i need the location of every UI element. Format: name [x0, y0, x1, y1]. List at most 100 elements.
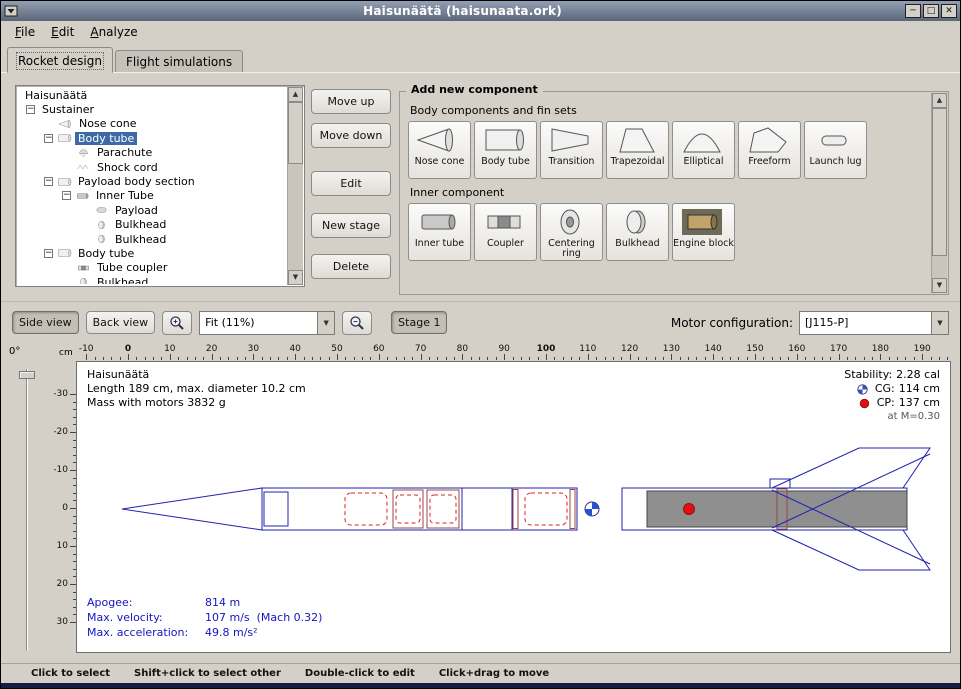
ruler-tick [889, 357, 890, 360]
innertube-icon [416, 207, 460, 237]
ruler-tick [613, 357, 614, 360]
ruler-tick [839, 354, 840, 360]
minimize-button[interactable]: ─ [905, 4, 921, 18]
tree-item-bulkhead[interactable]: Bulkhead [18, 218, 286, 232]
ruler-tick [947, 357, 948, 360]
ruler-tick [638, 357, 639, 360]
tree-item-bulkhead[interactable]: Bulkhead [18, 232, 286, 246]
ruler-tick [931, 357, 932, 360]
ruler-tick [922, 354, 923, 360]
palette-scrollbar[interactable]: ▲ ▼ [931, 93, 947, 293]
tree-item-shock-cord[interactable]: Shock cord [18, 160, 286, 174]
add-nose-cone-button[interactable]: Nose cone [408, 121, 471, 179]
ruler-tick [571, 357, 572, 360]
transition-icon [548, 125, 592, 155]
add-trapezoidal-button[interactable]: Trapezoidal [606, 121, 669, 179]
tree-item-haisun-t-[interactable]: Haisunäätä [18, 88, 286, 102]
tree-expander-icon[interactable]: − [44, 134, 53, 143]
tree-scrollbar[interactable]: ▲ ▼ [287, 87, 303, 285]
close-button[interactable]: ✕ [941, 4, 957, 18]
component-label: Coupler [487, 239, 524, 249]
ruler-tick [763, 357, 764, 360]
tree-item-bulkhead[interactable]: Bulkhead [18, 275, 286, 284]
rotation-slider[interactable] [18, 369, 36, 651]
bodytube-icon [57, 133, 72, 143]
component-label: Body tube [481, 157, 530, 167]
ruler-tick [688, 357, 689, 360]
ruler-label: 170 [830, 344, 847, 354]
tree-expander-icon[interactable]: − [44, 177, 53, 186]
edit-button[interactable]: Edit [311, 171, 391, 196]
tree-item-body-tube[interactable]: −Body tube [18, 131, 286, 145]
tree-item-label: Parachute [94, 146, 155, 159]
tree-item-body-tube[interactable]: −Body tube [18, 246, 286, 260]
tree-expander-icon[interactable]: − [26, 105, 35, 114]
tree-expander-icon[interactable]: − [44, 249, 53, 258]
scroll-thumb[interactable] [932, 108, 947, 256]
add-transition-button[interactable]: Transition [540, 121, 603, 179]
tree-item-inner-tube[interactable]: −Inner Tube [18, 189, 286, 203]
back-view-button[interactable]: Back view [86, 311, 156, 334]
add-coupler-button[interactable]: Coupler [474, 203, 537, 261]
motor-config-select[interactable]: [J115-P] ▼ [799, 311, 949, 335]
ruler-tick [320, 357, 321, 360]
move-down-button[interactable]: Move down [311, 123, 391, 148]
bulkhead-icon [76, 277, 91, 284]
add-body-tube-button[interactable]: Body tube [474, 121, 537, 179]
tree-item-parachute[interactable]: Parachute [18, 146, 286, 160]
tree-item-nose-cone[interactable]: Nose cone [18, 117, 286, 131]
tree-expander-icon[interactable]: − [62, 191, 71, 200]
ruler-tick [253, 354, 254, 360]
tab-flight-simulations[interactable]: Flight simulations [115, 50, 243, 72]
maximize-button[interactable]: □ [923, 4, 939, 18]
tree-item-payload-body-section[interactable]: −Payload body section [18, 174, 286, 188]
scroll-track[interactable] [288, 102, 303, 270]
zoom-select[interactable]: Fit (11%) ▼ [199, 311, 335, 335]
window-menu-icon[interactable] [4, 5, 20, 17]
add-engine-block-button[interactable]: Engine block [672, 203, 735, 261]
scroll-up-icon[interactable]: ▲ [288, 87, 303, 102]
bulkhead-icon [94, 220, 109, 230]
slider-handle[interactable] [19, 371, 35, 379]
tree-item-tube-coupler[interactable]: Tube coupler [18, 261, 286, 275]
scroll-thumb[interactable] [288, 102, 303, 164]
tab-rocket-design[interactable]: Rocket design [7, 47, 113, 73]
freeform-icon [746, 125, 790, 155]
mach-note: at M=0.30 [844, 410, 940, 424]
side-view-button[interactable]: Side view [12, 311, 79, 334]
stat-label: Apogee: [87, 595, 205, 610]
ruler-label: 40 [289, 344, 300, 354]
tree-item-payload[interactable]: Payload [18, 203, 286, 217]
taskbar-strip [1, 683, 960, 689]
menu-edit[interactable]: Edit [43, 23, 82, 41]
stage-1-toggle[interactable]: Stage 1 [391, 311, 447, 334]
new-stage-button[interactable]: New stage [311, 213, 391, 238]
tree-item-sustainer[interactable]: −Sustainer [18, 102, 286, 116]
scroll-track[interactable] [932, 108, 947, 278]
add-bulkhead-button[interactable]: Bulkhead [606, 203, 669, 261]
ruler-tick [621, 357, 622, 360]
menu-file[interactable]: File [7, 23, 43, 41]
ruler-tick [730, 357, 731, 360]
add-elliptical-button[interactable]: Elliptical [672, 121, 735, 179]
bodytube-icon [57, 177, 72, 187]
tree-item-label: Shock cord [94, 161, 161, 174]
scroll-up-icon[interactable]: ▲ [932, 93, 947, 108]
add-inner-tube-button[interactable]: Inner tube [408, 203, 471, 261]
add-launch-lug-button[interactable]: Launch lug [804, 121, 867, 179]
add-centering-ring-button[interactable]: Centering ring [540, 203, 603, 261]
tabbar: Rocket designFlight simulations [1, 43, 960, 73]
scroll-down-icon[interactable]: ▼ [288, 270, 303, 285]
zoom-in-button[interactable] [162, 311, 192, 335]
delete-button[interactable]: Delete [311, 254, 391, 279]
ruler-tick [421, 354, 422, 360]
rocket-canvas[interactable]: Haisunäätä Length 189 cm, max. diameter … [76, 361, 951, 653]
scroll-down-icon[interactable]: ▼ [932, 278, 947, 293]
window-title: Haisunäätä (haisunaata.ork) [20, 4, 905, 18]
move-up-button[interactable]: Move up [311, 89, 391, 114]
add-freeform-button[interactable]: Freeform [738, 121, 801, 179]
zoom-out-button[interactable] [342, 311, 372, 335]
ruler-label: 70 [415, 344, 426, 354]
ruler-tick [103, 357, 104, 360]
menu-analyze[interactable]: Analyze [82, 23, 145, 41]
